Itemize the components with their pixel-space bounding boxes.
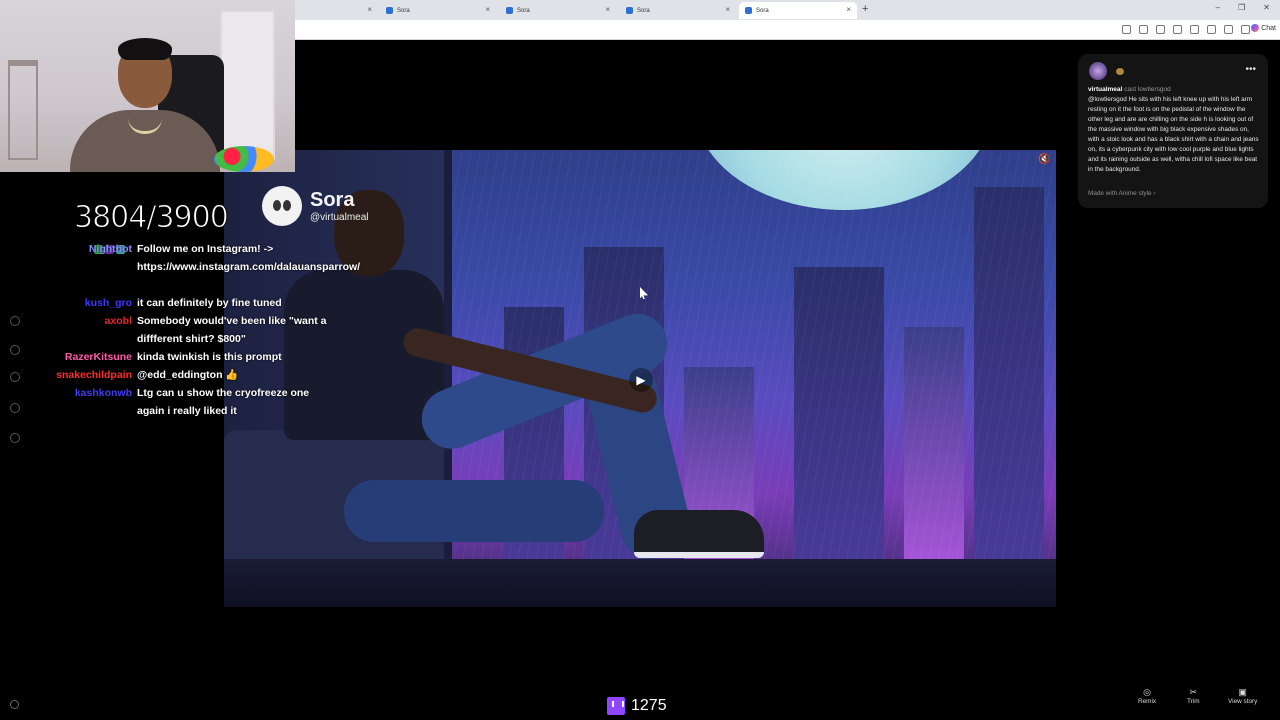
avatar[interactable] bbox=[1089, 62, 1107, 80]
remix-button[interactable]: ◎ Remix bbox=[1138, 686, 1156, 705]
minimize-icon[interactable]: – bbox=[1216, 3, 1220, 12]
chat-username[interactable]: RazerKitsune bbox=[65, 348, 132, 366]
chat-username[interactable]: Nightbot bbox=[89, 240, 132, 258]
story-icon: ▣ bbox=[1238, 687, 1247, 697]
author-name[interactable]: virtualmeal bbox=[1088, 86, 1122, 93]
chat-message: RazerKitsune kinda twinkish is this prom… bbox=[0, 348, 340, 366]
cast-label[interactable]: cast lowtiersgod bbox=[1124, 86, 1171, 93]
read-aloud-icon[interactable] bbox=[1139, 25, 1148, 34]
window-ledge bbox=[224, 559, 1056, 607]
viewer-count: 1275 bbox=[607, 697, 667, 715]
made-with-label: Made with Anime style bbox=[1088, 190, 1152, 197]
remix-label: Remix bbox=[1138, 698, 1157, 705]
profile-icon[interactable] bbox=[1224, 25, 1233, 34]
sora-logo-icon bbox=[262, 186, 302, 226]
sora-favicon-icon bbox=[386, 7, 393, 14]
streamer-hair bbox=[118, 38, 172, 60]
close-tab-icon[interactable]: × bbox=[846, 6, 851, 14]
view-story-button[interactable]: ▣ View story bbox=[1228, 686, 1257, 705]
chat-message: snakechildpain @edd_eddington 👍 bbox=[0, 366, 340, 384]
goal-counter: 3804/3900 bbox=[74, 200, 230, 236]
prompt-text: @lowtiersgod He sits with his left knee … bbox=[1088, 96, 1259, 173]
browser-tab[interactable]: Sora × bbox=[500, 2, 616, 19]
apps-icon[interactable] bbox=[1122, 25, 1131, 34]
tab-label: Sora bbox=[756, 7, 769, 14]
tab-label: Sora bbox=[637, 7, 650, 14]
sneaker bbox=[634, 510, 764, 558]
browser-tab[interactable]: Sora × bbox=[620, 2, 736, 19]
sidebar-profile-icon[interactable] bbox=[10, 433, 20, 443]
sora-favicon-icon bbox=[626, 7, 633, 14]
remix-icon: ◎ bbox=[1143, 687, 1151, 697]
favorites-icon[interactable] bbox=[1190, 25, 1199, 34]
tab-label: Sora bbox=[397, 7, 410, 14]
settings-more-icon[interactable] bbox=[1241, 25, 1250, 34]
watermark-title: Sora bbox=[310, 189, 355, 211]
browser-tab-active[interactable]: Sora × bbox=[739, 2, 857, 19]
stream-chat: Nightbot Follow me on Instagram! -> http… bbox=[0, 240, 361, 420]
close-tab-icon[interactable]: × bbox=[367, 6, 372, 14]
trim-button[interactable]: ✂ Trim bbox=[1187, 686, 1200, 705]
chat-username[interactable]: snakechildpain bbox=[56, 366, 132, 384]
made-with-link[interactable]: Made with Anime style › bbox=[1088, 190, 1156, 197]
gold-badge-icon bbox=[1116, 68, 1124, 75]
watermark-handle: @virtualmeal bbox=[310, 212, 369, 223]
browser-tab[interactable]: Sora × bbox=[380, 2, 496, 19]
close-tab-icon[interactable]: × bbox=[485, 6, 490, 14]
new-tab-button[interactable]: + bbox=[862, 3, 868, 15]
byline: virtualmeal cast lowtiersgod bbox=[1088, 86, 1171, 93]
close-tab-icon[interactable]: × bbox=[725, 6, 730, 14]
collections-icon[interactable] bbox=[1207, 25, 1216, 34]
close-tab-icon[interactable]: × bbox=[605, 6, 610, 14]
man-leg bbox=[344, 480, 604, 542]
more-icon[interactable]: ••• bbox=[1245, 64, 1256, 75]
toolbar-icons bbox=[1122, 25, 1250, 34]
scissors-icon: ✂ bbox=[1189, 687, 1198, 697]
close-window-icon[interactable]: ✕ bbox=[1263, 3, 1270, 12]
chat-text: it can definitely by fine tuned bbox=[137, 297, 282, 309]
chat-text: kinda twinkish is this prompt bbox=[137, 351, 282, 363]
chat-username[interactable]: kush_gro bbox=[85, 294, 132, 312]
tab-label: Sora bbox=[517, 7, 530, 14]
chat-message: kashkonwb Ltg can u show the cryofreeze … bbox=[0, 384, 340, 420]
chat-label: Chat bbox=[1261, 24, 1276, 32]
favorite-star-icon[interactable] bbox=[1156, 25, 1165, 34]
chat-username[interactable]: axobl bbox=[105, 312, 132, 330]
screen: × Sora × Sora × Sora × Sora × + – ❐ ✕ Ch… bbox=[0, 0, 1280, 720]
sora-favicon-icon bbox=[745, 7, 752, 14]
colorful-ball bbox=[214, 146, 274, 172]
prompt-panel: ••• virtualmeal cast lowtiersgod @lowtie… bbox=[1078, 54, 1268, 208]
chevron-right-icon: › bbox=[1153, 190, 1156, 197]
chat-text: Somebody would've been like "want a diff… bbox=[137, 315, 327, 345]
chat-text: Ltg can u show the cryofreeze one again … bbox=[137, 387, 310, 417]
shelf bbox=[8, 60, 38, 160]
view-story-label: View story bbox=[1228, 698, 1258, 705]
sora-favicon-icon bbox=[506, 7, 513, 14]
window-controls: – ❐ ✕ bbox=[1216, 3, 1270, 12]
settings-icon[interactable] bbox=[10, 700, 19, 709]
chat-message: Nightbot Follow me on Instagram! -> http… bbox=[0, 240, 361, 294]
copilot-chat-button[interactable]: Chat bbox=[1251, 24, 1276, 32]
webcam-overlay bbox=[0, 0, 295, 172]
copilot-icon bbox=[1251, 24, 1260, 32]
sora-watermark: Sora @virtualmeal bbox=[262, 186, 369, 226]
chat-message: axobl Somebody would've been like "want … bbox=[0, 312, 340, 348]
play-icon[interactable]: ▶ bbox=[629, 368, 653, 392]
maximize-icon[interactable]: ❐ bbox=[1238, 3, 1245, 12]
viewer-count-value: 1275 bbox=[631, 697, 667, 714]
chat-username[interactable]: kashkonwb bbox=[75, 384, 132, 402]
mute-icon[interactable]: 🔇 bbox=[1038, 154, 1050, 165]
chat-message: kush_gro it can definitely by fine tuned bbox=[0, 294, 340, 312]
twitch-icon bbox=[607, 697, 625, 715]
chat-text: @edd_eddington 👍 bbox=[137, 369, 239, 381]
browser-tab[interactable]: × bbox=[296, 2, 378, 19]
trim-label: Trim bbox=[1187, 698, 1200, 705]
refresh-icon[interactable] bbox=[1173, 25, 1182, 34]
chat-text: Follow me on Instagram! -> https://www.i… bbox=[137, 243, 361, 273]
door bbox=[220, 10, 275, 160]
